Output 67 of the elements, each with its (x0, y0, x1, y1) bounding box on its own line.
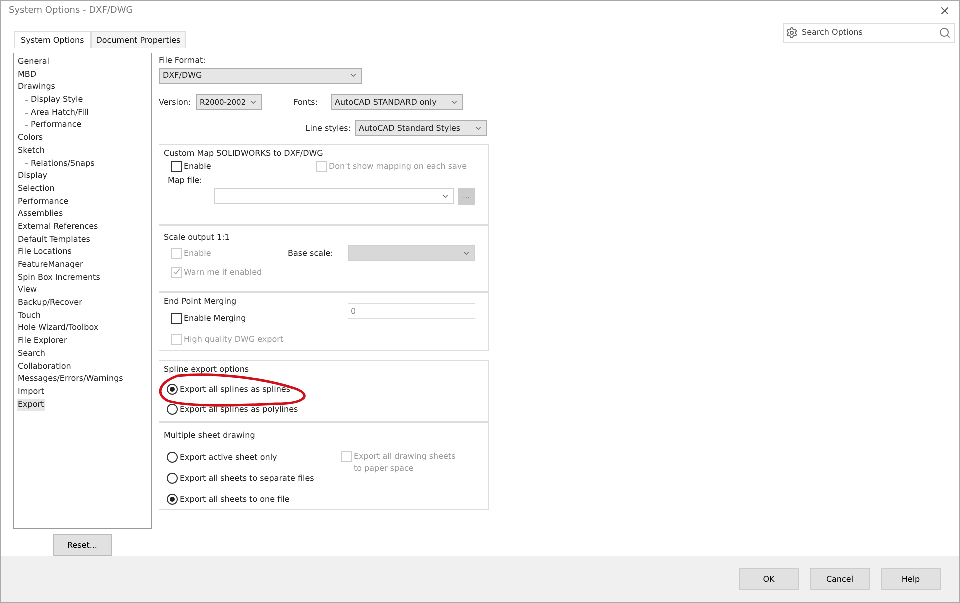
field-label: File Format: (159, 56, 206, 64)
radio-button[interactable] (167, 404, 178, 415)
tree-item[interactable]: Collaboration (17, 360, 72, 374)
field-label: Map file: (168, 176, 202, 185)
close-icon[interactable] (939, 5, 951, 17)
radio-button[interactable] (167, 494, 178, 505)
tree-item[interactable]: General (17, 56, 51, 69)
window-title: System Options - DXF/DWG (9, 6, 134, 16)
tree-item[interactable]: Default Templates (17, 234, 92, 246)
tree-item[interactable]: Selection (17, 182, 56, 196)
group-title: Spline export options (164, 365, 250, 374)
tree-item[interactable]: Backup/Recover (17, 297, 84, 310)
field-label: Fonts: (292, 98, 318, 106)
tree-item[interactable]: Search (17, 348, 46, 361)
dialog-button[interactable]: Help (881, 568, 941, 590)
option-label: Export all splines as splines (180, 385, 290, 394)
tab[interactable]: Document Properties (91, 31, 186, 48)
radio-button[interactable] (167, 384, 178, 395)
tree-item[interactable]: Performance (17, 196, 70, 208)
tree-item[interactable]: MBD (17, 68, 38, 82)
tree-item[interactable]: Display (17, 170, 48, 183)
field-label: Line styles: (304, 124, 351, 132)
option-label: Export all sheets to one file (180, 495, 290, 504)
dropdown[interactable]: AutoCAD STANDARD only (331, 94, 463, 110)
checkbox[interactable]: Enable (171, 161, 316, 172)
option-label: Export active sheet only (180, 453, 278, 462)
tree-item[interactable]: Export (17, 398, 46, 412)
dropdown[interactable]: DXF/DWG (159, 68, 362, 84)
tree-item[interactable]: External References (17, 220, 100, 234)
tree-item[interactable]: Messages/Errors/Warnings (17, 373, 124, 386)
tree-item[interactable]: View (17, 284, 38, 298)
checkmark-icon (172, 268, 180, 276)
option-label: Export all splines as polylines (180, 405, 298, 414)
tree-item[interactable]: Colors (17, 132, 44, 145)
tree-item[interactable]: Spin Box Increments (17, 272, 102, 284)
field-label: Base scale: (288, 248, 334, 258)
group-title: Scale output 1:1 (164, 232, 230, 242)
tree-item[interactable]: File Explorer (17, 335, 68, 348)
tree-item[interactable]: Assemblies (17, 208, 64, 221)
tree-item[interactable]: File Locations (17, 246, 73, 260)
tree-item[interactable]: Touch (17, 310, 42, 322)
tree-item[interactable]: Import (17, 386, 46, 399)
group-title: End Point Merging (164, 297, 238, 306)
reset-button[interactable]: Reset... (53, 534, 112, 556)
radio-button[interactable] (167, 452, 178, 463)
tree-item[interactable]: Sketch (17, 144, 46, 158)
tree-item[interactable]: Area Hatch/Fill (30, 106, 90, 120)
tree-item[interactable]: Display Style (30, 94, 84, 107)
tab[interactable]: System Options (14, 31, 92, 48)
group-title: Multiple sheet drawing (164, 431, 256, 440)
dialog-button[interactable]: OK (739, 568, 799, 590)
dropdown[interactable]: AutoCAD Standard Styles (355, 120, 487, 136)
tree-item[interactable]: Drawings (17, 81, 56, 94)
gear-icon (786, 26, 798, 38)
group-title: Custom Map SOLIDWORKS to DXF/DWG (164, 149, 324, 158)
tree-item[interactable]: FeatureManager (17, 259, 84, 272)
option-label: Export all sheets to separate files (180, 474, 314, 483)
radio-button[interactable] (167, 473, 178, 484)
field-label: Version: (159, 98, 192, 106)
checkbox[interactable]: Enable Merging (171, 312, 348, 324)
tree-item[interactable]: Relations/Snaps (30, 158, 96, 170)
tree-item[interactable]: Performance (30, 119, 83, 132)
search-icon (939, 26, 951, 38)
search-field[interactable]: Search Options (783, 22, 955, 42)
chevron-icon (349, 71, 358, 80)
tree-item[interactable]: Hole Wizard/Toolbox (17, 322, 100, 336)
dialog-button[interactable]: Cancel (810, 568, 870, 590)
